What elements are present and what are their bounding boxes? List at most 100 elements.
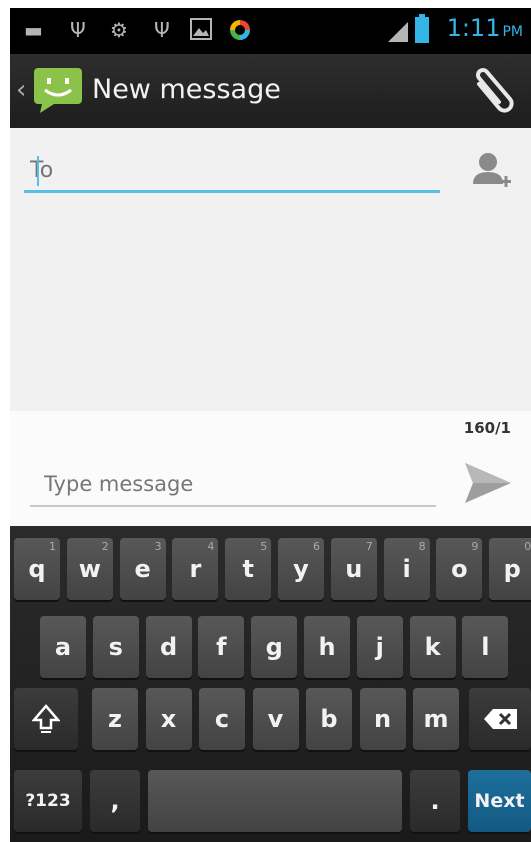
- key-label: n: [373, 705, 392, 733]
- key-k[interactable]: k: [409, 616, 456, 678]
- status-bar: ▬ Ψ ⚙ Ψ 1:11 PM: [10, 8, 531, 54]
- usb-icon: Ψ: [154, 18, 170, 42]
- space-key[interactable]: [148, 770, 402, 832]
- message-input[interactable]: [30, 463, 436, 507]
- back-chevron-icon[interactable]: ‹: [16, 76, 26, 104]
- key-hint: 1: [49, 540, 56, 553]
- next-key-label: Next: [474, 790, 525, 812]
- minus-icon: ▬: [24, 18, 43, 42]
- key-label: v: [267, 705, 284, 733]
- key-label: i: [402, 555, 411, 583]
- key-hint: 5: [260, 540, 268, 553]
- key-label: c: [214, 705, 230, 733]
- key-label: q: [28, 555, 46, 583]
- key-c[interactable]: c: [199, 688, 245, 750]
- status-time: 1:11 PM: [447, 14, 523, 42]
- backspace-icon: [484, 709, 517, 729]
- key-label: f: [216, 633, 227, 661]
- period-key[interactable]: .: [410, 770, 460, 832]
- status-time-value: 1:11: [446, 14, 501, 42]
- key-y[interactable]: 6y: [278, 538, 324, 600]
- key-l[interactable]: l: [462, 616, 509, 678]
- backspace-key[interactable]: [469, 688, 531, 750]
- text-caret: [37, 156, 39, 186]
- key-w[interactable]: 2w: [66, 538, 113, 600]
- key-hint: 9: [471, 540, 479, 553]
- key-label: k: [424, 633, 441, 661]
- compose-area: [10, 128, 531, 411]
- key-hint: 3: [154, 540, 162, 553]
- key-label: o: [451, 555, 468, 583]
- character-counter: 160/1: [463, 419, 511, 437]
- message-bar: 160/1: [10, 411, 531, 526]
- key-i[interactable]: 8i: [383, 538, 430, 600]
- key-j[interactable]: j: [356, 616, 403, 678]
- key-hint: 7: [365, 540, 373, 553]
- signal-icon: [386, 20, 410, 44]
- key-label: r: [189, 555, 202, 583]
- add-person-icon[interactable]: [471, 150, 513, 194]
- key-label: p: [503, 555, 521, 583]
- battery-icon: [414, 14, 430, 43]
- usb-icon: Ψ: [70, 18, 86, 42]
- gallery-icon: [190, 18, 212, 42]
- key-e[interactable]: 3e: [119, 538, 166, 600]
- key-label: h: [318, 633, 336, 661]
- key-label: j: [375, 633, 384, 661]
- send-icon[interactable]: [461, 459, 515, 507]
- key-label: d: [160, 633, 178, 661]
- shift-key[interactable]: [14, 688, 78, 750]
- key-label: g: [265, 633, 283, 661]
- key-p[interactable]: 0p: [489, 538, 531, 600]
- phone-screen: ▬ Ψ ⚙ Ψ 1:11 PM ‹ New message To 160/1 T…: [10, 8, 531, 842]
- key-h[interactable]: h: [304, 616, 350, 678]
- key-n[interactable]: n: [359, 688, 406, 750]
- key-label: a: [54, 633, 72, 661]
- key-hint: 0: [524, 540, 531, 553]
- action-bar: ‹ New message: [10, 54, 531, 131]
- key-label: y: [293, 555, 309, 583]
- key-label: t: [242, 555, 254, 583]
- key-z[interactable]: z: [92, 688, 138, 750]
- key-v[interactable]: v: [252, 688, 299, 750]
- symbols-key-label: ?123: [25, 791, 71, 811]
- key-o[interactable]: 9o: [436, 538, 483, 600]
- key-b[interactable]: b: [306, 688, 352, 750]
- attachment-icon[interactable]: [469, 64, 517, 118]
- key-t[interactable]: 5t: [225, 538, 272, 600]
- key-label: m: [423, 705, 449, 733]
- messaging-app-icon[interactable]: [32, 66, 84, 114]
- key-label: s: [108, 633, 123, 661]
- symbols-key[interactable]: ?123: [14, 770, 82, 832]
- key-label: z: [108, 705, 122, 733]
- key-hint: 8: [418, 540, 426, 553]
- key-hint: 4: [207, 540, 215, 553]
- status-ampm: PM: [502, 24, 523, 40]
- key-q[interactable]: 1q: [14, 538, 60, 600]
- key-hint: 2: [101, 540, 109, 553]
- key-d[interactable]: d: [145, 616, 192, 678]
- period-key-label: .: [430, 787, 440, 815]
- debug-icon: ⚙: [110, 18, 128, 42]
- key-r[interactable]: 4r: [172, 538, 219, 600]
- key-hint: 6: [313, 540, 320, 553]
- key-f[interactable]: f: [198, 616, 245, 678]
- soft-keyboard: 1q2w3e4r5t6y7u8i9o0p asdfghjkl zxcvbnm ?…: [10, 526, 531, 842]
- key-label: b: [320, 705, 338, 733]
- key-u[interactable]: 7u: [330, 538, 377, 600]
- key-label: l: [481, 633, 490, 661]
- comma-key[interactable]: ,: [90, 770, 140, 832]
- comma-key-label: ,: [110, 787, 120, 815]
- key-label: e: [134, 555, 151, 583]
- sync-icon: [228, 18, 252, 42]
- key-x[interactable]: x: [145, 688, 192, 750]
- to-field[interactable]: [24, 150, 440, 193]
- key-a[interactable]: a: [40, 616, 86, 678]
- key-m[interactable]: m: [413, 688, 459, 750]
- page-title: New message: [92, 74, 281, 105]
- key-label: x: [160, 705, 177, 733]
- key-label: w: [78, 555, 101, 583]
- next-key[interactable]: Next: [468, 770, 531, 832]
- key-s[interactable]: s: [92, 616, 139, 678]
- key-g[interactable]: g: [251, 616, 298, 678]
